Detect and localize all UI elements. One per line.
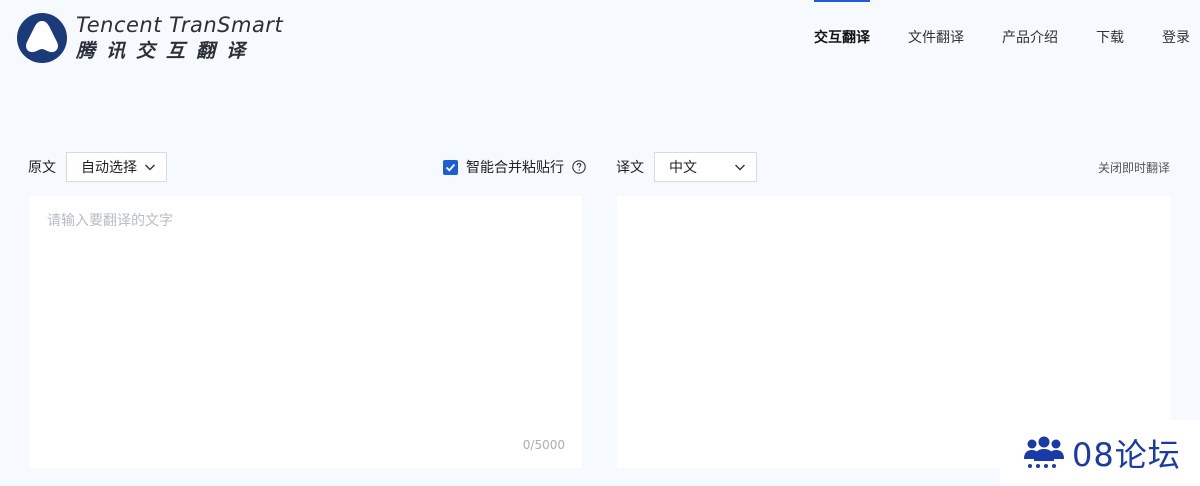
nav-download[interactable]: 下载 — [1096, 0, 1124, 74]
target-language-value: 中文 — [669, 160, 697, 176]
source-language-select[interactable]: 自动选择 — [66, 152, 167, 182]
brand-name-cn: 腾讯交互翻译 — [76, 40, 257, 62]
source-text-input[interactable] — [29, 196, 582, 468]
users-group-icon — [1024, 436, 1064, 468]
merge-paste-label: 智能合并粘贴行 — [466, 160, 564, 176]
nav-login[interactable]: 登录 — [1162, 0, 1190, 74]
nav-interactive-translate[interactable]: 交互翻译 — [814, 0, 870, 74]
nav-product-intro[interactable]: 产品介绍 — [1002, 0, 1058, 74]
merge-paste-option[interactable]: 智能合并粘贴行 — [443, 152, 586, 182]
merge-paste-checkbox[interactable] — [443, 159, 458, 175]
brand-name-en: Tencent TranSmart — [76, 13, 284, 37]
watermark-text: 08论坛 — [1072, 436, 1181, 474]
brand-logo[interactable]: Tencent TranSmart 腾讯交互翻译 — [16, 12, 283, 64]
target-label: 译文 — [616, 160, 644, 176]
char-counter: 0/5000 — [522, 438, 565, 452]
source-toolbar: 原文 自动选择 — [28, 152, 167, 182]
target-language-select[interactable]: 中文 — [654, 152, 757, 182]
help-circle-icon[interactable] — [572, 160, 586, 174]
chevron-down-icon — [735, 164, 745, 171]
source-panel: 0/5000 — [29, 196, 582, 468]
checkmark-icon — [445, 163, 456, 172]
close-realtime-translate-link[interactable]: 关闭即时翻译 — [1098, 152, 1170, 182]
source-label: 原文 — [28, 160, 56, 176]
target-toolbar: 译文 中文 — [616, 152, 757, 182]
top-nav: 交互翻译 文件翻译 产品介绍 下载 登录 — [776, 0, 1190, 74]
source-language-value: 自动选择 — [81, 160, 137, 176]
chevron-down-icon — [145, 164, 155, 171]
forum-watermark: 08论坛 — [1000, 420, 1200, 486]
transmart-logo-icon — [17, 13, 67, 63]
nav-file-translate[interactable]: 文件翻译 — [908, 0, 964, 74]
